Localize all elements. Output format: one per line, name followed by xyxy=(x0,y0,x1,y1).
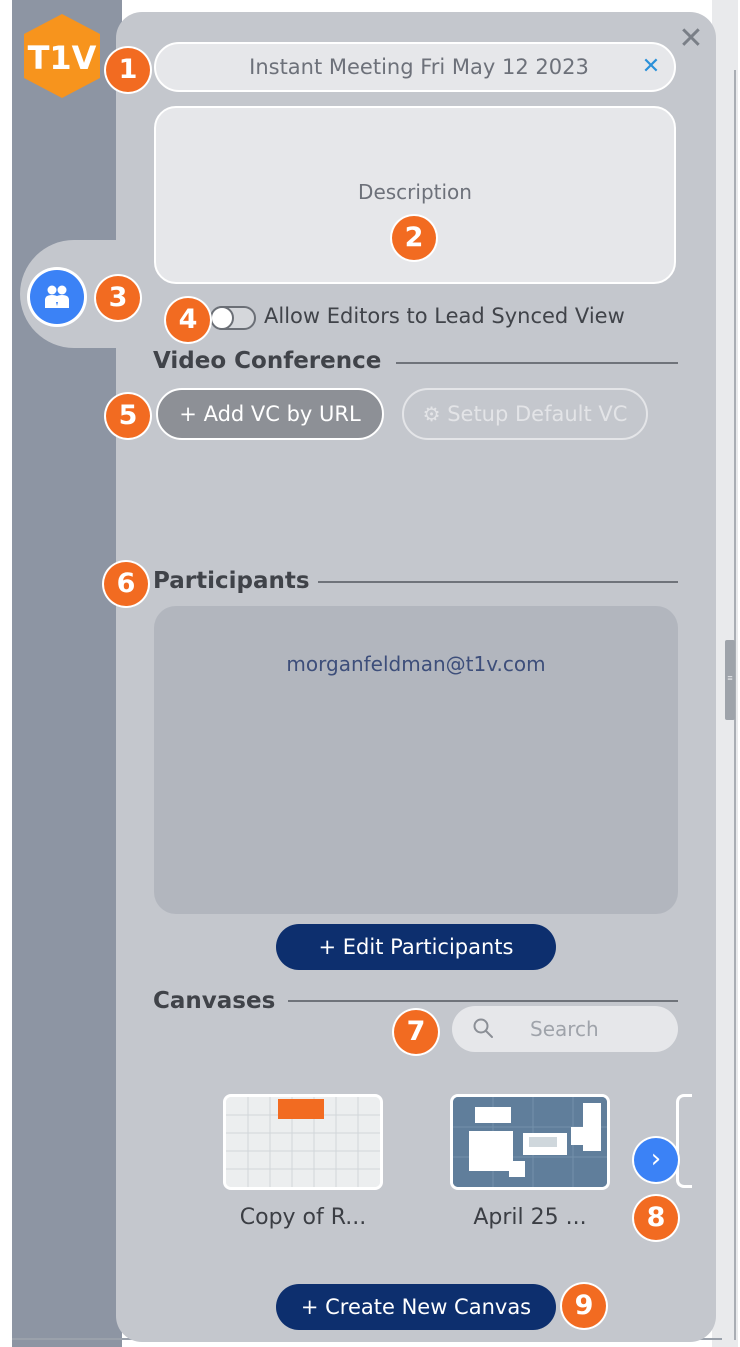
search-icon xyxy=(473,1018,493,1038)
callout-8: 8 xyxy=(634,1196,678,1240)
canvas-thumbnail-3-partial[interactable] xyxy=(676,1094,692,1188)
callout-6: 6 xyxy=(104,562,148,606)
callout-7: 7 xyxy=(394,1010,438,1054)
canvas-label-2: April 25 ... xyxy=(473,1205,587,1230)
section-divider xyxy=(396,362,678,364)
callout-2: 2 xyxy=(392,216,436,260)
setup-default-vc-button[interactable]: ⚙ Setup Default VC xyxy=(402,388,648,440)
video-conference-heading: Video Conference xyxy=(153,348,382,374)
svg-text:T1V: T1V xyxy=(28,39,97,77)
gear-icon: ⚙ xyxy=(422,402,441,426)
edit-participants-button[interactable]: + Edit Participants xyxy=(276,924,556,970)
participants-tab-button[interactable] xyxy=(30,270,84,324)
canvas-thumbnail-1[interactable] xyxy=(223,1094,383,1190)
section-divider xyxy=(288,1000,678,1002)
toggle-knob xyxy=(210,306,234,330)
canvas-preview-1 xyxy=(226,1097,380,1187)
create-new-canvas-button[interactable]: + Create New Canvas xyxy=(276,1284,556,1330)
callout-3: 3 xyxy=(96,276,140,320)
search-placeholder: Search xyxy=(530,1017,599,1041)
participants-heading: Participants xyxy=(153,568,310,594)
toggle-label: Allow Editors to Lead Synced View xyxy=(264,304,625,328)
clear-title-icon[interactable]: ✕ xyxy=(638,54,664,80)
people-icon xyxy=(45,285,69,308)
canvas-preview-2 xyxy=(453,1097,607,1187)
description-placeholder: Description xyxy=(358,180,472,204)
chevron-right-icon[interactable]: › xyxy=(634,1138,678,1182)
canvas-thumbnail-2[interactable] xyxy=(450,1094,610,1190)
resize-handle-icon: ≡ xyxy=(727,673,733,683)
setup-default-vc-label: Setup Default VC xyxy=(447,402,628,426)
canvas-label-1: Copy of R... xyxy=(239,1205,367,1230)
add-vc-button[interactable]: + Add VC by URL xyxy=(156,388,384,440)
callout-5: 5 xyxy=(106,394,150,438)
meeting-title-text: Instant Meeting Fri May 12 2023 xyxy=(249,55,589,79)
callout-9: 9 xyxy=(562,1284,606,1328)
participant-email: morganfeldman@t1v.com xyxy=(286,652,546,676)
t1v-logo: T1V xyxy=(24,14,100,98)
section-divider xyxy=(318,581,678,583)
left-sidebar-strip xyxy=(12,0,122,1347)
callout-4: 4 xyxy=(166,298,210,342)
canvases-heading: Canvases xyxy=(153,988,276,1014)
callout-1: 1 xyxy=(106,48,150,92)
